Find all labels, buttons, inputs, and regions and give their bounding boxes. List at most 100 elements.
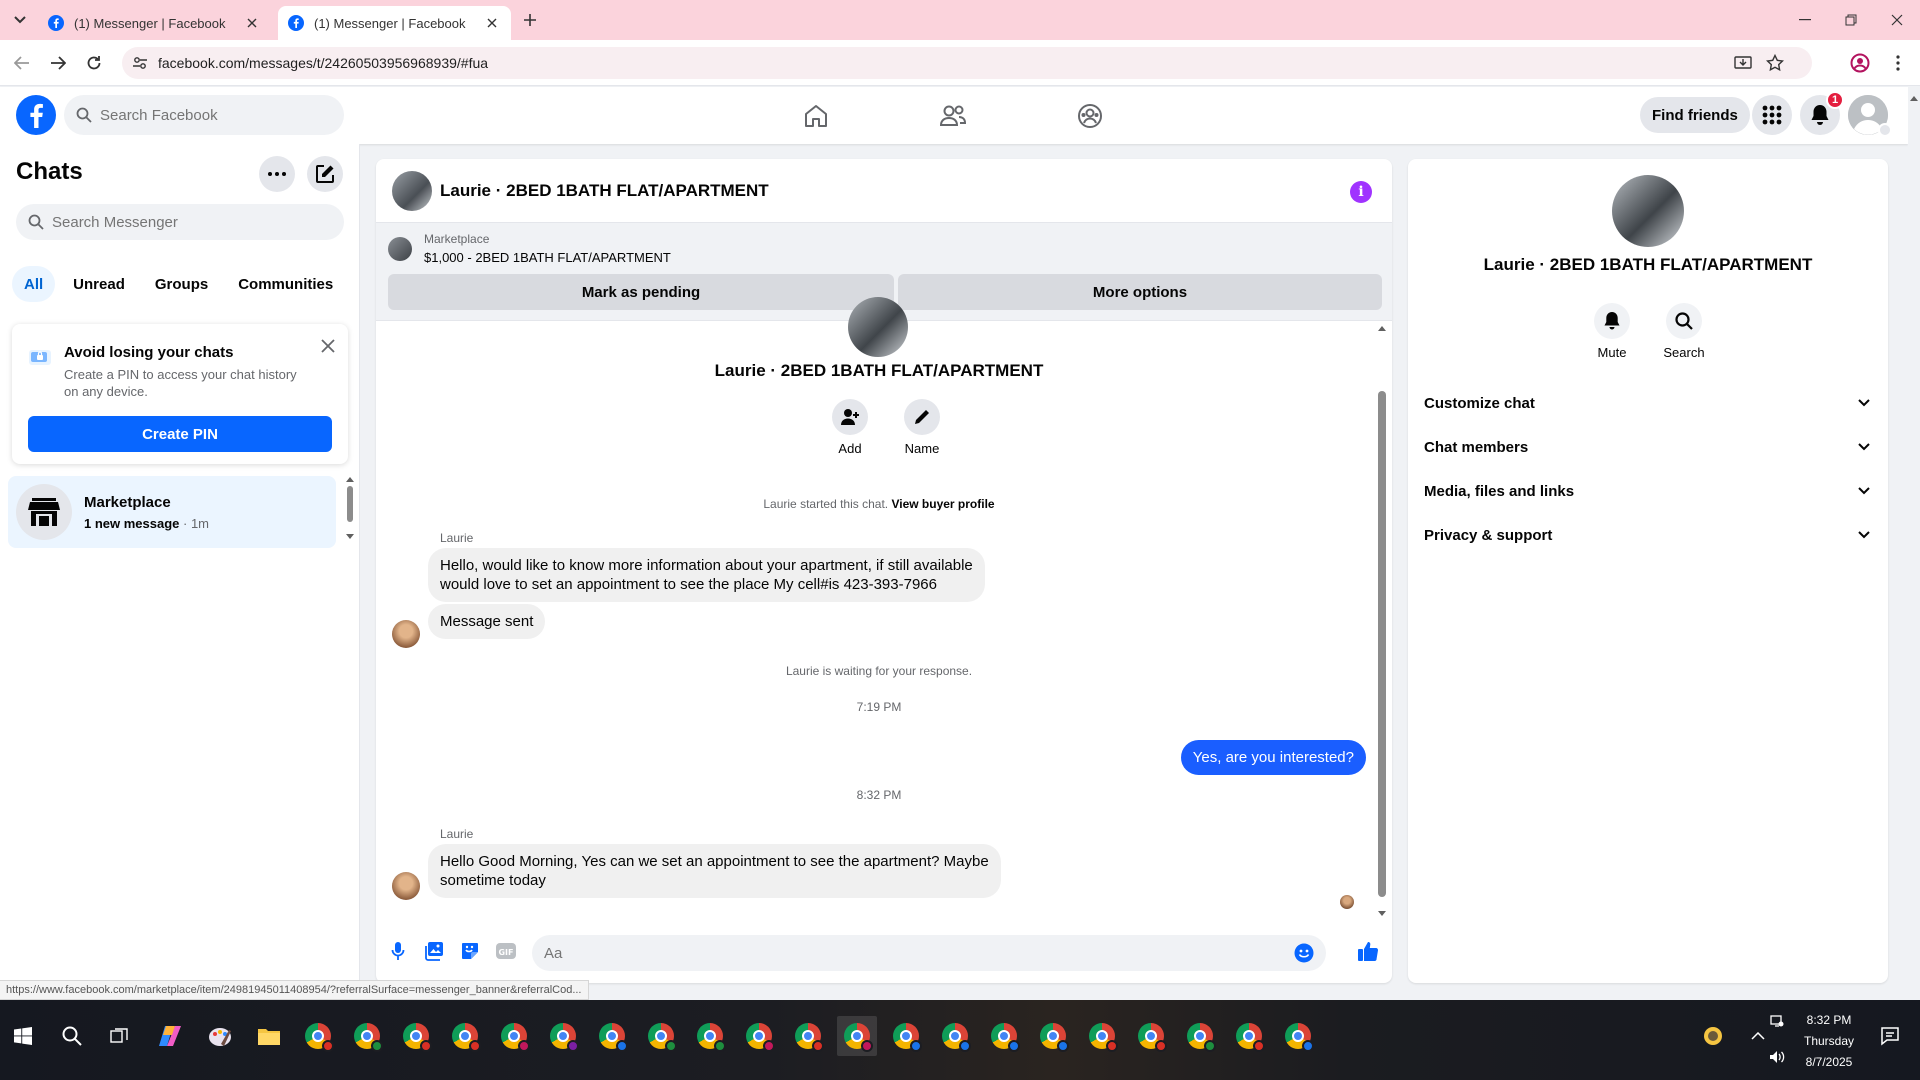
chrome-window-15[interactable] xyxy=(984,1016,1024,1056)
create-pin-button[interactable]: Create PIN xyxy=(28,416,332,452)
chrome-window-12-active[interactable] xyxy=(837,1016,877,1056)
incoming-message[interactable]: Message sent xyxy=(428,604,546,639)
facebook-search-box[interactable] xyxy=(64,95,344,135)
site-info-icon[interactable] xyxy=(132,55,148,71)
filter-communities[interactable]: Communities xyxy=(226,266,345,302)
mark-as-pending-button[interactable]: Mark as pending xyxy=(388,274,894,310)
account-avatar[interactable] xyxy=(1848,95,1892,137)
facebook-search-input[interactable] xyxy=(100,106,320,124)
browser-tab-2[interactable]: (1) Messenger | Facebook xyxy=(278,6,511,40)
photo-attach-icon[interactable] xyxy=(422,939,446,963)
conversation-title[interactable]: Laurie · 2BED 1BATH FLAT/APARTMENT xyxy=(440,181,769,201)
tab-close-icon[interactable] xyxy=(243,14,261,32)
listing-thumbnail[interactable] xyxy=(388,237,412,261)
chat-members-row[interactable]: Chat members xyxy=(1416,425,1880,469)
page-scrollbar[interactable] xyxy=(1908,87,1920,999)
chrome-window-2[interactable] xyxy=(347,1016,387,1056)
paint-icon[interactable] xyxy=(200,1016,240,1056)
menu-grid-icon[interactable] xyxy=(1752,95,1792,135)
outgoing-message[interactable]: Yes, are you interested? xyxy=(1180,740,1366,775)
more-options-button[interactable]: More options xyxy=(898,274,1382,310)
file-explorer-icon[interactable] xyxy=(249,1016,289,1056)
chrome-window-1[interactable] xyxy=(298,1016,338,1056)
message-input[interactable] xyxy=(544,944,1294,962)
chrome-window-5[interactable] xyxy=(494,1016,534,1056)
scrollbar-thumb[interactable] xyxy=(1378,391,1386,897)
facebook-logo-icon[interactable] xyxy=(16,95,56,135)
back-arrow-icon[interactable] xyxy=(8,49,36,77)
view-buyer-profile-link[interactable]: View buyer profile xyxy=(891,497,994,511)
bookmark-star-icon[interactable] xyxy=(1766,54,1784,72)
chrome-window-3[interactable] xyxy=(396,1016,436,1056)
friends-icon[interactable] xyxy=(938,101,968,131)
sender-avatar[interactable] xyxy=(392,620,420,648)
new-message-button[interactable] xyxy=(307,156,343,192)
info-icon[interactable]: i xyxy=(1350,181,1372,203)
chrome-window-10[interactable] xyxy=(739,1016,779,1056)
home-icon[interactable] xyxy=(801,101,831,131)
reload-icon[interactable] xyxy=(80,49,108,77)
close-icon[interactable] xyxy=(316,334,340,358)
emoji-icon[interactable] xyxy=(1294,943,1314,963)
thumbs-up-icon[interactable] xyxy=(1356,939,1380,963)
gif-icon[interactable]: GIF xyxy=(494,939,518,963)
search-icon[interactable] xyxy=(52,1016,92,1056)
conversation-item-marketplace[interactable]: Marketplace 1 new message · 1m xyxy=(8,476,336,548)
address-bar[interactable]: facebook.com/messages/t/2426050395696893… xyxy=(122,47,1812,79)
filter-all[interactable]: All xyxy=(12,266,56,302)
notifications-bell-button[interactable]: 1 xyxy=(1800,91,1844,135)
avatar[interactable] xyxy=(1612,175,1684,247)
messenger-search-box[interactable] xyxy=(16,204,344,240)
task-view-icon[interactable] xyxy=(99,1016,139,1056)
sender-avatar[interactable] xyxy=(392,872,420,900)
chrome-window-19[interactable] xyxy=(1180,1016,1220,1056)
chrome-window-9[interactable] xyxy=(690,1016,730,1056)
notification-center-icon[interactable] xyxy=(1870,1016,1910,1056)
tab-close-icon[interactable] xyxy=(483,14,501,32)
browser-tab-1[interactable]: (1) Messenger | Facebook xyxy=(38,6,271,40)
filter-unread[interactable]: Unread xyxy=(61,266,137,302)
chrome-window-20[interactable] xyxy=(1229,1016,1269,1056)
chrome-window-17[interactable] xyxy=(1082,1016,1122,1056)
chrome-window-8[interactable] xyxy=(641,1016,681,1056)
privacy-support-row[interactable]: Privacy & support xyxy=(1416,513,1880,557)
chrome-window-6[interactable] xyxy=(543,1016,583,1056)
message-scrollbar[interactable] xyxy=(1376,321,1388,921)
close-window-icon[interactable] xyxy=(1874,0,1920,40)
minimize-icon[interactable] xyxy=(1782,0,1828,40)
filter-groups[interactable]: Groups xyxy=(143,266,220,302)
messenger-search-input[interactable] xyxy=(52,213,312,231)
chrome-window-7[interactable] xyxy=(592,1016,632,1056)
tab-search-chevron-icon[interactable] xyxy=(6,8,34,32)
find-friends-button[interactable]: Find friends xyxy=(1640,97,1750,133)
chrome-window-14[interactable] xyxy=(935,1016,975,1056)
windows-start-icon[interactable] xyxy=(3,1016,43,1056)
groups-icon[interactable] xyxy=(1075,101,1105,131)
edit-name-action[interactable]: Name xyxy=(892,399,952,456)
listing-title[interactable]: $1,000 - 2BED 1BATH FLAT/APARTMENT xyxy=(424,250,671,265)
chrome-window-18[interactable] xyxy=(1131,1016,1171,1056)
copilot-icon[interactable] xyxy=(150,1016,190,1056)
account-chevron-down-icon[interactable] xyxy=(1878,123,1892,137)
avatar[interactable] xyxy=(392,171,432,211)
forward-arrow-icon[interactable] xyxy=(44,49,72,77)
chrome-window-4[interactable] xyxy=(445,1016,485,1056)
search-in-conversation-action[interactable]: Search xyxy=(1654,303,1714,360)
browser-menu-kebab-icon[interactable] xyxy=(1884,49,1912,77)
customize-chat-row[interactable]: Customize chat xyxy=(1416,381,1880,425)
restore-icon[interactable] xyxy=(1828,0,1874,40)
install-app-icon[interactable] xyxy=(1734,54,1752,72)
chrome-window-16[interactable] xyxy=(1033,1016,1073,1056)
chrome-window-13[interactable] xyxy=(886,1016,926,1056)
system-clock[interactable]: 8:32 PM Thursday 8/7/2025 xyxy=(1788,1010,1870,1073)
chrome-window-21[interactable] xyxy=(1278,1016,1318,1056)
weather-icon[interactable] xyxy=(1693,1016,1733,1056)
sticker-icon[interactable] xyxy=(458,939,482,963)
chat-options-button[interactable] xyxy=(259,156,295,192)
incoming-message[interactable]: Hello, would like to know more informati… xyxy=(428,548,985,602)
add-people-action[interactable]: Add xyxy=(820,399,880,456)
chat-list-scrollbar[interactable] xyxy=(345,476,355,544)
chrome-window-11[interactable] xyxy=(788,1016,828,1056)
incoming-message[interactable]: Hello Good Morning, Yes can we set an ap… xyxy=(428,844,1001,898)
microphone-icon[interactable] xyxy=(386,939,410,963)
